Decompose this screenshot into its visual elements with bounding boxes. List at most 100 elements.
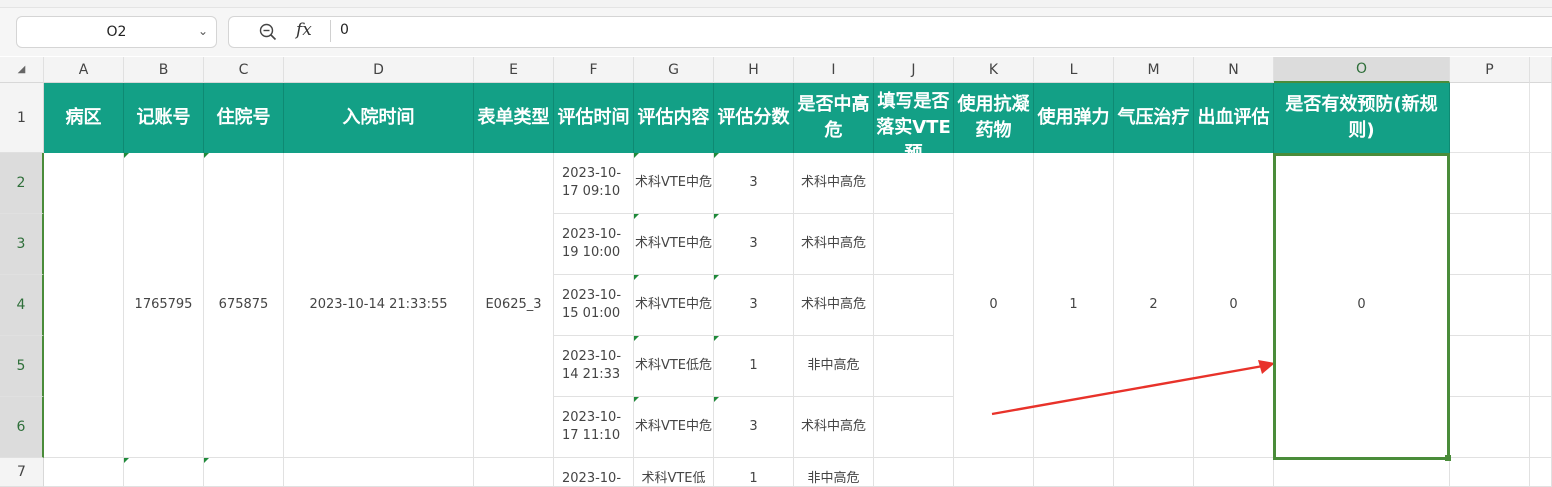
assess-score-cell[interactable]: 1 [714, 336, 794, 397]
column-header-a[interactable]: A [44, 57, 124, 83]
column-header-f[interactable]: F [554, 57, 634, 83]
header-cell-j[interactable]: 填写是否落实VTE预 [874, 83, 954, 153]
row7-cell-m[interactable] [1114, 458, 1194, 487]
risk-level-cell[interactable]: 非中高危 [794, 336, 874, 397]
vte-filled-cell[interactable] [874, 397, 954, 458]
column-header-m[interactable]: M [1114, 57, 1194, 83]
risk-level-cell[interactable]: 术科中高危 [794, 275, 874, 336]
vte-filled-cell[interactable] [874, 153, 954, 214]
assess-time-cell[interactable]: 2023-10-15 01:00 [554, 275, 634, 336]
assess-content-cell[interactable]: 术科VTE中危 [634, 275, 714, 336]
vte-filled-cell[interactable] [874, 336, 954, 397]
row7-cell-p[interactable] [1450, 458, 1530, 487]
merged-cell-c[interactable]: 675875 [204, 153, 284, 458]
row7-cell-a[interactable] [44, 458, 124, 487]
assess-score-cell[interactable]: 3 [714, 214, 794, 275]
column-header-l[interactable]: L [1034, 57, 1114, 83]
row-header-4[interactable]: 4 [0, 275, 44, 336]
header-cell-d[interactable]: 入院时间 [284, 83, 474, 153]
risk-level-cell[interactable]: 术科中高危 [794, 153, 874, 214]
header-cell-l[interactable]: 使用弹力 [1034, 83, 1114, 153]
header-cell-o[interactable]: 是否有效预防(新规则) [1274, 83, 1450, 153]
vte-filled-cell[interactable] [874, 275, 954, 336]
row-header-7[interactable]: 7 [0, 458, 44, 487]
header-cell-c[interactable]: 住院号 [204, 83, 284, 153]
row7-cell-k[interactable] [954, 458, 1034, 487]
assess-content-cell[interactable]: 术科VTE中危 [634, 153, 714, 214]
column-header-b[interactable]: B [124, 57, 204, 83]
function-icon[interactable]: fx [296, 20, 312, 40]
assess-score-cell[interactable]: 3 [714, 153, 794, 214]
assess-score-cell[interactable]: 3 [714, 275, 794, 336]
header-cell-e[interactable]: 表单类型 [474, 83, 554, 153]
assess-content-cell[interactable]: 术科VTE中危 [634, 214, 714, 275]
assess-score-cell[interactable]: 1 [714, 458, 794, 487]
row-header-5[interactable]: 5 [0, 336, 44, 397]
row7-cell-b[interactable] [124, 458, 204, 487]
empty-cell-p3[interactable] [1450, 214, 1530, 275]
assess-time-cell[interactable]: 2023-10- [554, 458, 634, 487]
column-header-p[interactable]: P [1450, 57, 1530, 83]
name-box[interactable]: O2 ⌄ [16, 16, 217, 48]
row7-cell-c[interactable] [204, 458, 284, 487]
assess-time-cell[interactable]: 2023-10-19 10:00 [554, 214, 634, 275]
column-header-g[interactable]: G [634, 57, 714, 83]
risk-level-cell[interactable]: 术科中高危 [794, 397, 874, 458]
merged-cell-d[interactable]: 2023-10-14 21:33:55 [284, 153, 474, 458]
select-all-corner[interactable]: ◢ [0, 57, 44, 83]
empty-cell-p2[interactable] [1450, 153, 1530, 214]
column-header-j[interactable]: J [874, 57, 954, 83]
assess-content-cell[interactable]: 术科VTE中危 [634, 397, 714, 458]
header-cell-f[interactable]: 评估时间 [554, 83, 634, 153]
row-header-2[interactable]: 2 [0, 153, 44, 214]
header-cell-g[interactable]: 评估内容 [634, 83, 714, 153]
formula-input[interactable] [228, 16, 1552, 48]
row-header-1[interactable]: 1 [0, 83, 44, 153]
empty-cell-p5[interactable] [1450, 336, 1530, 397]
column-header-n[interactable]: N [1194, 57, 1274, 83]
header-cell-b[interactable]: 记账号 [124, 83, 204, 153]
row-header-6[interactable]: 6 [0, 397, 44, 458]
row7-cell-j[interactable] [874, 458, 954, 487]
empty-cell-q2[interactable] [1530, 153, 1552, 214]
merged-cell-a[interactable] [44, 153, 124, 458]
row7-cell-n[interactable] [1194, 458, 1274, 487]
assess-content-cell[interactable]: 术科VTE低 [634, 458, 714, 487]
row-header-3[interactable]: 3 [0, 214, 44, 275]
assess-time-cell[interactable]: 2023-10-17 11:10 [554, 397, 634, 458]
empty-cell-p6[interactable] [1450, 397, 1530, 458]
column-header-e[interactable]: E [474, 57, 554, 83]
row7-cell-o[interactable] [1274, 458, 1450, 487]
empty-cell-q5[interactable] [1530, 336, 1552, 397]
empty-cell-p1[interactable] [1450, 83, 1530, 153]
row7-cell-d[interactable] [284, 458, 474, 487]
column-header-c[interactable]: C [204, 57, 284, 83]
header-cell-n[interactable]: 出血评估 [1194, 83, 1274, 153]
chevron-down-icon[interactable]: ⌄ [198, 24, 208, 38]
merged-cell-b[interactable]: 1765795 [124, 153, 204, 458]
column-header-i[interactable]: I [794, 57, 874, 83]
merged-cell-e[interactable]: E0625_3 [474, 153, 554, 458]
row7-cell-e[interactable] [474, 458, 554, 487]
risk-level-cell[interactable]: 术科中高危 [794, 214, 874, 275]
assess-score-cell[interactable]: 3 [714, 397, 794, 458]
assess-time-cell[interactable]: 2023-10-14 21:33 [554, 336, 634, 397]
empty-cell-q4[interactable] [1530, 275, 1552, 336]
header-cell-m[interactable]: 气压治疗 [1114, 83, 1194, 153]
empty-cell-q6[interactable] [1530, 397, 1552, 458]
column-header-d[interactable]: D [284, 57, 474, 83]
zoom-out-icon[interactable] [258, 22, 278, 42]
column-header-o[interactable]: O [1274, 57, 1450, 83]
empty-cell-p4[interactable] [1450, 275, 1530, 336]
assess-content-cell[interactable]: 术科VTE低危 [634, 336, 714, 397]
assess-time-cell[interactable]: 2023-10-17 09:10 [554, 153, 634, 214]
header-cell-h[interactable]: 评估分数 [714, 83, 794, 153]
vte-filled-cell[interactable] [874, 214, 954, 275]
row7-cell-q[interactable] [1530, 458, 1552, 487]
fill-handle[interactable] [1445, 455, 1451, 461]
header-cell-a[interactable]: 病区 [44, 83, 124, 153]
header-cell-k[interactable]: 使用抗凝药物 [954, 83, 1034, 153]
empty-cell-q1[interactable] [1530, 83, 1552, 153]
empty-cell-q3[interactable] [1530, 214, 1552, 275]
row7-cell-l[interactable] [1034, 458, 1114, 487]
